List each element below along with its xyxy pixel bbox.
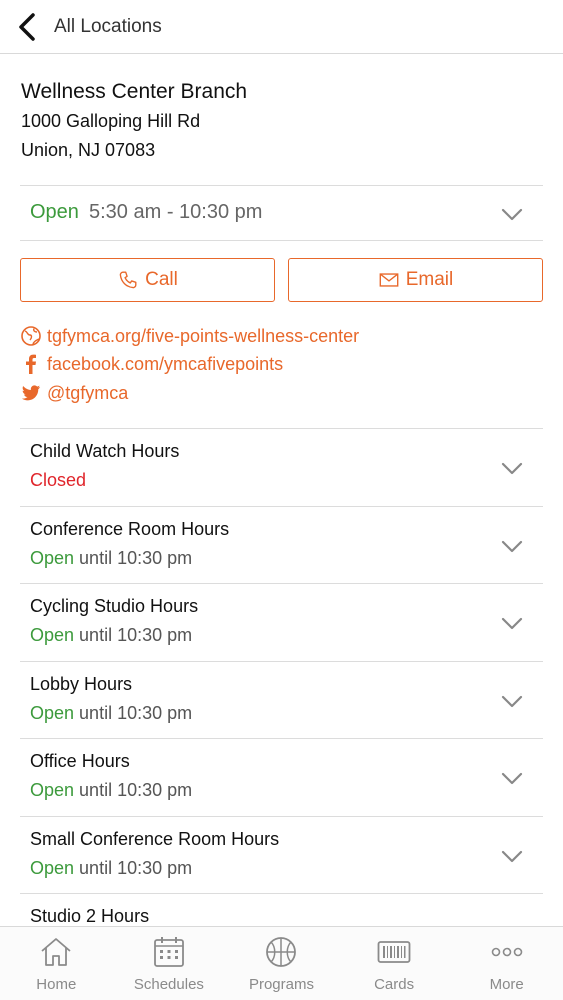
envelope-icon	[379, 273, 399, 287]
address-line-2: Union, NJ 07083	[21, 140, 156, 160]
facility-name: Lobby Hours	[30, 673, 133, 694]
location-hours-row[interactable]: Open 5:30 am - 10:30 pm	[20, 186, 543, 240]
chevron-down-icon	[501, 695, 523, 707]
location-hours: 5:30 am - 10:30 pm	[89, 201, 263, 223]
facility-name: Small Conference Room Hours	[30, 828, 280, 849]
email-button-label: Email	[405, 269, 454, 290]
email-button[interactable]: Email	[288, 258, 543, 302]
facility-hours-row[interactable]: Conference Room Hours Open until 10:30 pm	[20, 505, 543, 583]
more-dots-icon	[491, 947, 522, 957]
chevron-down-icon	[501, 540, 523, 552]
website-link[interactable]: tgfymca.org/five-points-wellness-center	[20, 323, 359, 349]
location-name: Wellness Center Branch	[21, 80, 248, 103]
facebook-link[interactable]: facebook.com/ymcafivepoints	[20, 351, 283, 377]
twitter-bird-icon	[20, 382, 42, 404]
facility-hours-row[interactable]: Child Watch Hours Closed	[20, 428, 543, 505]
website-link-text: tgfymca.org/five-points-wellness-center	[47, 325, 360, 346]
facility-status-detail: until 10:30 pm	[74, 857, 193, 878]
location-status: Open	[30, 201, 79, 223]
facility-hours-row[interactable]: Studio 2 Hours	[20, 893, 543, 926]
tab-schedules[interactable]: Schedules	[113, 927, 226, 1000]
facility-status: Open until 10:30 pm	[30, 625, 192, 646]
calendar-icon	[153, 937, 184, 967]
tab-home[interactable]: Home	[0, 927, 113, 1000]
facility-name: Studio 2 Hours	[30, 906, 150, 926]
facility-status: Closed	[30, 470, 86, 491]
facility-status: Open until 10:30 pm	[30, 780, 192, 801]
globe-icon	[20, 325, 42, 347]
tab-label: Programs	[248, 976, 314, 993]
address-line-1: 1000 Galloping Hill Rd	[21, 111, 201, 131]
back-link[interactable]: All Locations	[54, 16, 162, 38]
chevron-down-icon	[501, 617, 523, 630]
call-button-label: Call	[145, 269, 178, 290]
facility-status-label: Open	[30, 625, 75, 645]
back-chevron-icon[interactable]	[14, 12, 42, 42]
chevron-down-icon	[501, 850, 523, 862]
tab-label: Cards	[374, 976, 415, 993]
tab-more[interactable]: More	[450, 927, 563, 1000]
twitter-link-text: @tgfymca	[47, 382, 129, 403]
tab-cards[interactable]: Cards	[338, 927, 451, 1000]
tab-label: Schedules	[133, 976, 204, 993]
divider	[20, 240, 543, 241]
chevron-down-icon	[501, 772, 523, 785]
facebook-link-text: facebook.com/ymcafivepoints	[47, 353, 284, 374]
facility-status-detail: until 10:30 pm	[74, 702, 193, 723]
facility-status: Open until 10:30 pm	[30, 858, 192, 879]
facility-hours-row[interactable]: Small Conference Room Hours Open until 10…	[20, 815, 543, 893]
location-detail[interactable]: Wellness Center Branch 1000 Galloping Hi…	[0, 55, 563, 926]
facility-status-label: Closed	[30, 470, 87, 490]
facility-name: Conference Room Hours	[30, 518, 230, 539]
facility-status-detail: until 10:30 pm	[74, 780, 193, 800]
facebook-icon	[20, 353, 42, 375]
facility-name: Child Watch Hours	[30, 441, 180, 461]
home-icon	[41, 938, 71, 966]
chevron-down-icon	[501, 462, 523, 475]
facility-status: Open until 10:30 pm	[30, 548, 192, 569]
tab-label: Home	[36, 976, 77, 993]
phone-icon	[119, 271, 137, 289]
tab-label: More	[489, 976, 524, 993]
facility-hours-row[interactable]: Cycling Studio Hours Open until 10:30 pm	[20, 583, 543, 660]
facility-hours-row[interactable]: Lobby Hours Open until 10:30 pm	[20, 660, 543, 738]
facility-hours-row[interactable]: Office Hours Open until 10:30 pm	[20, 738, 543, 815]
basketball-icon	[266, 937, 297, 967]
facility-status-label: Open	[30, 780, 75, 800]
facility-name: Office Hours	[30, 751, 130, 771]
bottom-tab-bar: Home Schedules Programs Cards More	[0, 926, 563, 1000]
barcode-card-icon	[377, 941, 411, 963]
facility-status-label: Open	[30, 547, 75, 568]
top-bar: All Locations	[0, 0, 563, 54]
facility-status-label: Open	[30, 857, 75, 878]
facility-name: Cycling Studio Hours	[30, 596, 199, 616]
tab-programs[interactable]: Programs	[225, 927, 338, 1000]
facility-status-detail: until 10:30 pm	[74, 547, 193, 568]
call-button[interactable]: Call	[20, 258, 275, 302]
twitter-link[interactable]: @tgfymca	[20, 380, 128, 406]
facility-status: Open until 10:30 pm	[30, 703, 192, 724]
chevron-down-icon	[501, 208, 523, 221]
facility-status-detail: until 10:30 pm	[74, 625, 193, 645]
facility-status-label: Open	[30, 702, 75, 723]
